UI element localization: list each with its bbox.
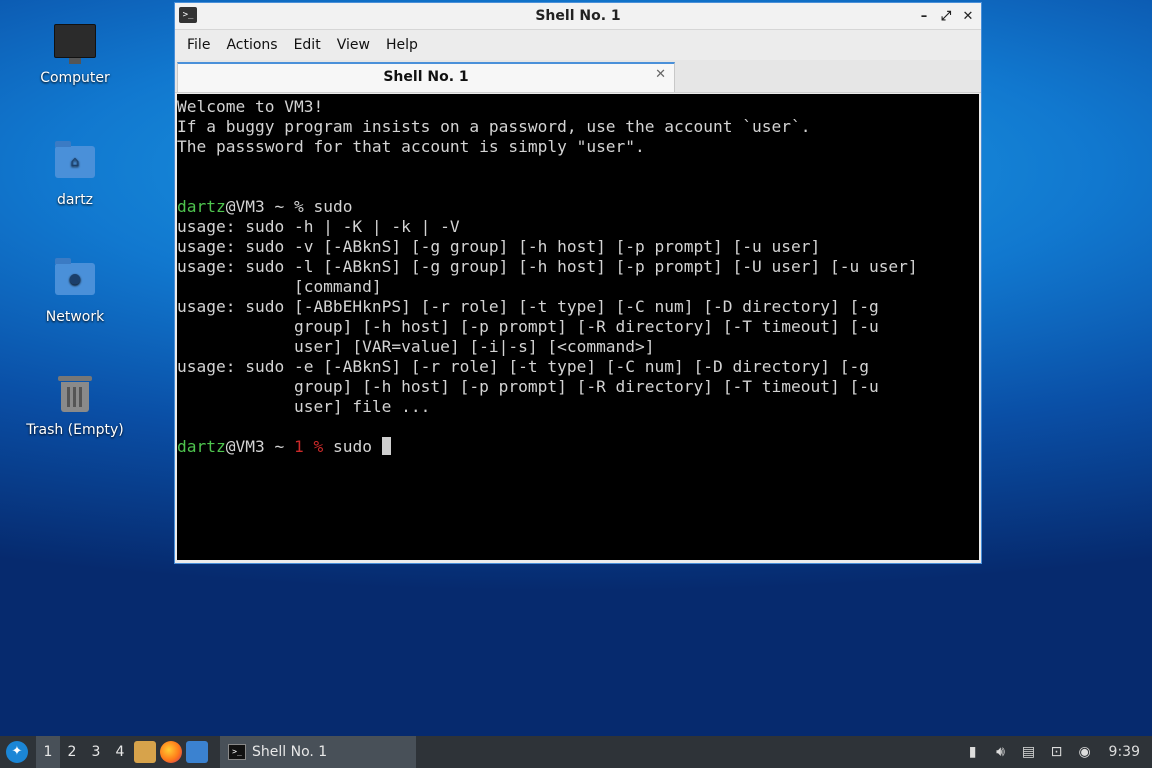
tab-bar: Shell No. 1 ✕ [175, 60, 981, 93]
output-line: group] [-h host] [-p prompt] [-R directo… [177, 317, 879, 336]
system-tray: ▮ 🔊︎ ▤ ⊡ ◉ 9:39 [963, 742, 1152, 762]
desktop-icon-computer[interactable]: Computer [20, 24, 130, 86]
tab-close-icon[interactable]: ✕ [655, 67, 666, 82]
tab-shell-1[interactable]: Shell No. 1 ✕ [177, 62, 675, 92]
taskbar-task-shell[interactable]: >_ Shell No. 1 [220, 736, 416, 768]
clock[interactable]: 9:39 [1103, 742, 1144, 762]
menu-file[interactable]: File [179, 37, 218, 53]
file-manager-icon[interactable] [134, 741, 156, 763]
prompt-command: sudo [313, 197, 353, 216]
network-folder-icon: ● [55, 258, 95, 295]
desktop-icon-label: Trash (Empty) [26, 422, 124, 438]
trash-icon [58, 376, 92, 412]
volume-icon[interactable]: 🔊︎ [991, 742, 1011, 762]
task-label: Shell No. 1 [252, 744, 328, 760]
workspace-3[interactable]: 3 [84, 736, 108, 768]
desktop-icon-label: Network [45, 309, 105, 325]
workspace-4[interactable]: 4 [108, 736, 132, 768]
welcome-line: Welcome to VM3! [177, 97, 324, 116]
menu-actions[interactable]: Actions [218, 37, 285, 53]
clipboard-icon[interactable]: ▤ [1019, 742, 1039, 762]
prompt-command: sudo [323, 437, 382, 456]
prompt-host: @VM3 ~ % [225, 197, 314, 216]
tab-label: Shell No. 1 [383, 69, 469, 85]
output-line: [command] [177, 277, 382, 296]
prompt-host: @VM3 ~ [225, 437, 294, 456]
window-titlebar[interactable]: >_ Shell No. 1 – ⤢ ✕ [175, 3, 981, 30]
prompt-user: dartz [177, 437, 226, 456]
home-folder-icon: ⌂ [55, 141, 95, 178]
welcome-line: The passsword for that account is simply… [177, 137, 645, 156]
terminal-area[interactable]: Welcome to VM3! If a buggy program insis… [177, 94, 979, 560]
workspace-2[interactable]: 2 [60, 736, 84, 768]
computer-icon [54, 24, 96, 64]
close-button[interactable]: ✕ [961, 9, 975, 24]
menu-help[interactable]: Help [378, 37, 426, 53]
menu-view[interactable]: View [329, 37, 378, 53]
menu-edit[interactable]: Edit [286, 37, 329, 53]
terminal-window: >_ Shell No. 1 – ⤢ ✕ File Actions Edit V… [174, 2, 982, 564]
text-cursor [381, 437, 391, 455]
menu-bar: File Actions Edit View Help [175, 30, 981, 60]
desktop-icon-label: dartz [56, 192, 94, 208]
show-desktop-icon[interactable] [186, 741, 208, 763]
desktop-icon-network[interactable]: ● Network [20, 257, 130, 325]
output-line: user] [VAR=value] [-i|-s] [<command>] [177, 337, 655, 356]
app-menu-icon[interactable]: ✦ [6, 741, 28, 763]
desktop-icon-label: Computer [40, 70, 110, 86]
desktop-icon-trash[interactable]: Trash (Empty) [20, 372, 130, 438]
firefox-icon[interactable] [160, 741, 182, 763]
output-line: usage: sudo -v [-ABknS] [-g group] [-h h… [177, 237, 821, 256]
output-line: usage: sudo -l [-ABknS] [-g group] [-h h… [177, 257, 918, 276]
prompt-exit-status: 1 % [293, 437, 324, 456]
desktop-icon-home-folder[interactable]: ⌂ dartz [20, 140, 130, 208]
prompt-user: dartz [177, 197, 226, 216]
minimize-button[interactable]: – [917, 9, 931, 24]
maximize-button[interactable]: ⤢ [939, 9, 953, 24]
output-line: usage: sudo -h | -K | -k | -V [177, 217, 460, 236]
taskbar: ✦ 1 2 3 4 >_ Shell No. 1 ▮ 🔊︎ ▤ ⊡ ◉ 9:39 [0, 736, 1152, 768]
output-line: user] file ... [177, 397, 431, 416]
welcome-line: If a buggy program insists on a password… [177, 117, 811, 136]
notification-icon[interactable]: ▮ [963, 742, 983, 762]
output-line: usage: sudo [-ABbEHknPS] [-r role] [-t t… [177, 297, 879, 316]
network-icon[interactable]: ⊡ [1047, 742, 1067, 762]
output-line: group] [-h host] [-p prompt] [-R directo… [177, 377, 879, 396]
workspace-1[interactable]: 1 [36, 736, 60, 768]
terminal-icon: >_ [228, 744, 246, 760]
window-title: Shell No. 1 [535, 8, 621, 24]
output-line: usage: sudo -e [-ABknS] [-r role] [-t ty… [177, 357, 869, 376]
updates-icon[interactable]: ◉ [1075, 742, 1095, 762]
